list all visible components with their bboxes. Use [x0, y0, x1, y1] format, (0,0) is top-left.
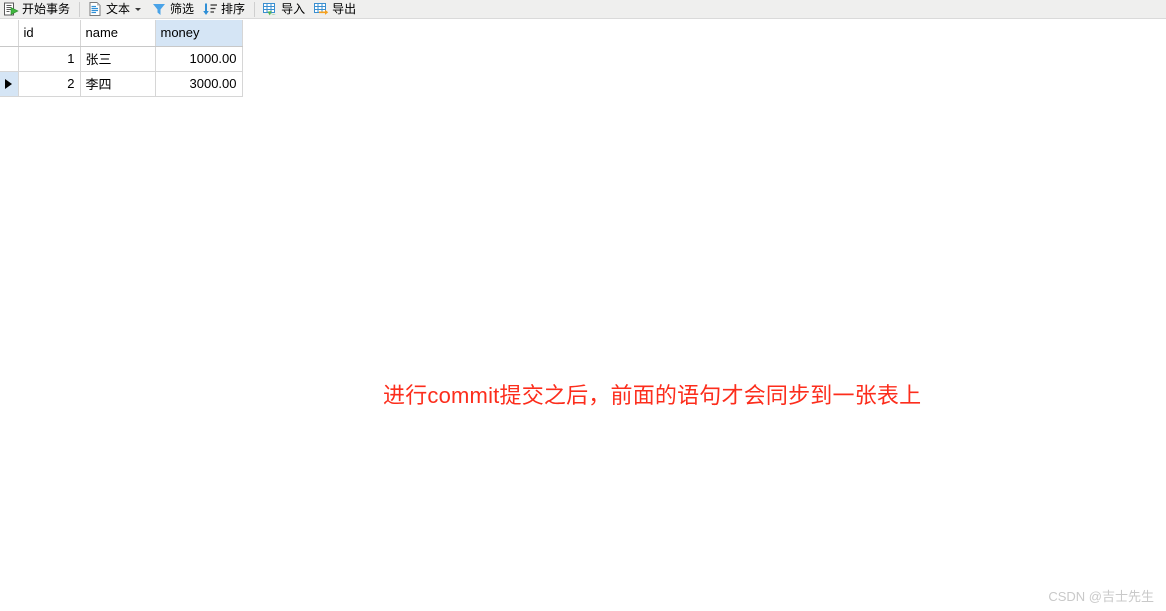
- row-gutter-current[interactable]: [0, 71, 19, 97]
- text-document-icon: [87, 1, 103, 17]
- toolbar-button-label: 开始事务: [22, 1, 71, 16]
- toolbar-button-label: 导出: [332, 1, 357, 16]
- column-header-name[interactable]: name: [80, 20, 156, 47]
- toolbar-button-begin-transaction[interactable]: 开始事务: [0, 0, 75, 19]
- cell-money[interactable]: 3000.00: [155, 71, 243, 97]
- export-grid-icon: [313, 1, 329, 17]
- cell-id[interactable]: 2: [18, 71, 81, 97]
- grid-header-row: id name money: [0, 20, 243, 47]
- toolbar-button-export[interactable]: 导出: [310, 0, 361, 19]
- toolbar-button-label: 导入: [281, 1, 306, 16]
- grid-body: 1 张三 1000.00 2 李四 3000.00: [0, 46, 243, 97]
- csdn-watermark: CSDN @吉士先生: [1048, 589, 1154, 604]
- table-row[interactable]: 1 张三 1000.00: [0, 46, 243, 72]
- toolbar-button-sort[interactable]: 排序: [199, 0, 250, 19]
- grid-gutter-header: [0, 20, 19, 47]
- toolbar-separator: [254, 1, 256, 17]
- toolbar-separator: [79, 1, 81, 17]
- toolbar-button-text[interactable]: 文本: [84, 0, 148, 19]
- toolbar-button-label: 文本: [106, 1, 131, 16]
- toolbar-button-import[interactable]: 导入: [259, 0, 310, 19]
- cell-name[interactable]: 李四: [80, 71, 156, 97]
- chevron-down-icon[interactable]: [135, 7, 142, 11]
- current-row-marker-icon: [5, 78, 12, 89]
- toolbar-button-filter[interactable]: 筛选: [148, 0, 199, 19]
- toolbar-button-label: 筛选: [170, 1, 195, 16]
- table-row[interactable]: 2 李四 3000.00: [0, 71, 243, 97]
- column-header-money[interactable]: money: [155, 20, 243, 47]
- cell-money[interactable]: 1000.00: [155, 46, 243, 72]
- import-grid-icon: [262, 1, 278, 17]
- annotation-text: 进行commit提交之后，前面的语句才会同步到一张表上: [383, 383, 922, 408]
- column-header-id[interactable]: id: [18, 20, 81, 47]
- filter-funnel-icon: [151, 1, 167, 17]
- data-grid[interactable]: id name money 1 张三 1000.00 2 李四 3000.00: [0, 20, 243, 97]
- cell-name[interactable]: 张三: [80, 46, 156, 72]
- grid-header: id name money: [0, 20, 243, 47]
- row-gutter[interactable]: [0, 46, 19, 72]
- toolbar-button-label: 排序: [221, 1, 246, 16]
- toolbar: 开始事务 文本 筛选 排序 导入 导出: [0, 0, 1166, 19]
- begin-transaction-icon: [3, 1, 19, 17]
- cell-id[interactable]: 1: [18, 46, 81, 72]
- sort-descending-icon: [202, 1, 218, 17]
